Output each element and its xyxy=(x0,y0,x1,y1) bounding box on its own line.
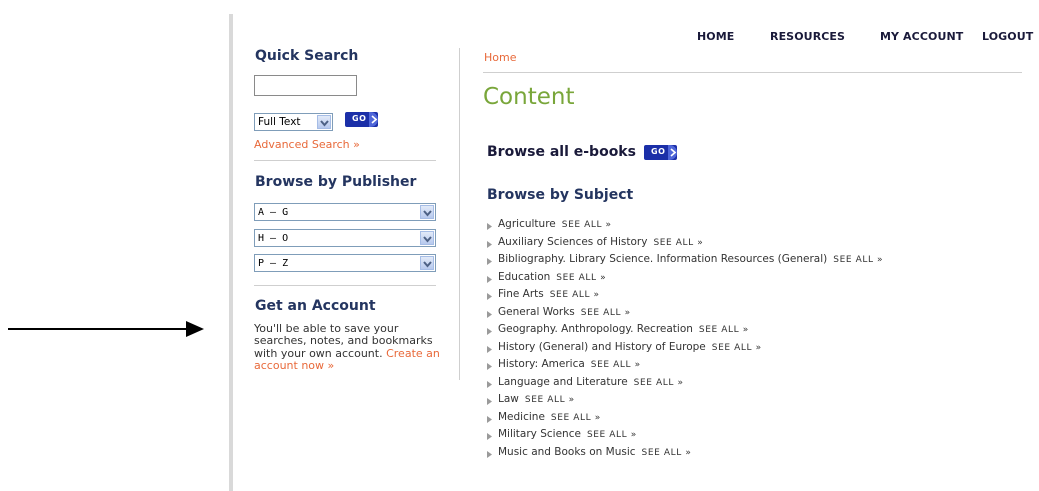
subject-link[interactable]: Agriculture SEE ALL » xyxy=(498,218,612,230)
breadcrumb-home-link[interactable]: Home xyxy=(484,51,516,64)
browse-publisher-heading: Browse by Publisher xyxy=(255,174,417,190)
subject-name[interactable]: Law xyxy=(498,393,519,405)
bullet-triangle-icon xyxy=(487,431,492,443)
go-arrow-icon xyxy=(369,112,378,127)
subject-name[interactable]: Auxiliary Sciences of History xyxy=(498,236,647,248)
see-all-link[interactable]: SEE ALL » xyxy=(712,343,762,353)
bullet-triangle-icon xyxy=(487,256,492,268)
bullet-triangle-icon xyxy=(487,361,492,373)
quick-search-go-button[interactable]: GO xyxy=(345,112,378,127)
go-arrow-icon xyxy=(668,145,677,160)
see-all-link[interactable]: SEE ALL » xyxy=(833,255,883,265)
publisher-select-p-z[interactable]: P – Z xyxy=(254,254,436,272)
quick-search-input[interactable] xyxy=(254,75,357,96)
subject-name[interactable]: General Works xyxy=(498,306,575,318)
subject-link[interactable]: Medicine SEE ALL » xyxy=(498,411,601,423)
subject-link[interactable]: Law SEE ALL » xyxy=(498,393,575,405)
publisher-select-value: A – G xyxy=(258,207,289,218)
see-all-link[interactable]: SEE ALL » xyxy=(587,430,637,440)
nav-home-link[interactable]: HOME xyxy=(697,30,734,43)
subject-link[interactable]: History (General) and History of Europe S… xyxy=(498,341,762,353)
subject-name[interactable]: Music and Books on Music xyxy=(498,446,636,458)
subject-name[interactable]: Language and Literature xyxy=(498,376,628,388)
see-all-link[interactable]: SEE ALL » xyxy=(591,360,641,370)
see-all-link[interactable]: SEE ALL » xyxy=(551,413,601,423)
search-type-value: Full Text xyxy=(258,116,301,128)
see-all-link[interactable]: SEE ALL » xyxy=(581,308,631,318)
subject-name[interactable]: Military Science xyxy=(498,428,581,440)
get-account-description: You'll be able to save your searches, no… xyxy=(254,322,440,372)
chevron-down-icon xyxy=(420,205,434,219)
chevron-down-icon xyxy=(317,115,331,129)
subject-link[interactable]: General Works SEE ALL » xyxy=(498,306,631,318)
chevron-down-icon xyxy=(420,256,434,270)
bullet-triangle-icon xyxy=(487,396,492,408)
annotation-arrow-line xyxy=(8,328,190,330)
search-type-select[interactable]: Full Text xyxy=(254,113,333,131)
page-left-border xyxy=(229,14,233,491)
browse-all-go-button[interactable]: GO xyxy=(644,145,677,160)
see-all-link[interactable]: SEE ALL » xyxy=(525,395,575,405)
bullet-triangle-icon xyxy=(487,414,492,426)
bullet-triangle-icon xyxy=(487,309,492,321)
chevron-down-icon xyxy=(420,231,434,245)
subject-name[interactable]: Fine Arts xyxy=(498,288,544,300)
see-all-link[interactable]: SEE ALL » xyxy=(562,220,612,230)
nav-resources-link[interactable]: RESOURCES xyxy=(770,30,845,43)
sidebar-divider xyxy=(254,285,436,286)
subject-link[interactable]: Geography. Anthropology. Recreation SEE A… xyxy=(498,323,749,335)
nav-my-account-link[interactable]: MY ACCOUNT xyxy=(880,30,963,43)
subject-name[interactable]: Agriculture xyxy=(498,218,556,230)
advanced-search-link[interactable]: Advanced Search » xyxy=(254,138,360,151)
subject-link[interactable]: Education SEE ALL » xyxy=(498,271,606,283)
go-button-label: GO xyxy=(651,147,666,156)
get-account-heading: Get an Account xyxy=(255,298,376,314)
breadcrumb-divider xyxy=(483,72,1022,73)
publisher-select-a-g[interactable]: A – G xyxy=(254,203,436,221)
subject-link[interactable]: Auxiliary Sciences of History SEE ALL » xyxy=(498,236,703,248)
see-all-link[interactable]: SEE ALL » xyxy=(642,448,692,458)
quick-search-heading: Quick Search xyxy=(255,48,359,64)
bullet-triangle-icon xyxy=(487,291,492,303)
bullet-triangle-icon xyxy=(487,379,492,391)
subject-link[interactable]: Fine Arts SEE ALL » xyxy=(498,288,600,300)
browse-all-ebooks-label: Browse all e-books xyxy=(487,144,636,160)
see-all-link[interactable]: SEE ALL » xyxy=(550,290,600,300)
subject-name[interactable]: Geography. Anthropology. Recreation xyxy=(498,323,693,335)
subject-name[interactable]: Bibliography. Library Science. Informati… xyxy=(498,253,827,265)
subject-name[interactable]: Education xyxy=(498,271,550,283)
subject-name[interactable]: History (General) and History of Europe xyxy=(498,341,706,353)
bullet-triangle-icon xyxy=(487,449,492,461)
subject-link[interactable]: Military Science SEE ALL » xyxy=(498,428,637,440)
sidebar-divider xyxy=(254,160,436,161)
bullet-triangle-icon xyxy=(487,344,492,356)
subject-link[interactable]: Music and Books on Music SEE ALL » xyxy=(498,446,691,458)
annotation-arrow-head-icon xyxy=(186,321,204,337)
subject-name[interactable]: History: America xyxy=(498,358,585,370)
bullet-triangle-icon xyxy=(487,326,492,338)
bullet-triangle-icon xyxy=(487,239,492,251)
subject-link[interactable]: Language and Literature SEE ALL » xyxy=(498,376,684,388)
see-all-link[interactable]: SEE ALL » xyxy=(634,378,684,388)
publisher-select-h-o[interactable]: H – O xyxy=(254,229,436,247)
go-button-label: GO xyxy=(352,114,367,123)
page-title: Content xyxy=(483,84,575,110)
see-all-link[interactable]: SEE ALL » xyxy=(699,325,749,335)
see-all-link[interactable]: SEE ALL » xyxy=(556,273,606,283)
column-divider xyxy=(459,48,460,380)
bullet-triangle-icon xyxy=(487,221,492,233)
subject-link[interactable]: Bibliography. Library Science. Informati… xyxy=(498,253,883,265)
subject-link[interactable]: History: America SEE ALL » xyxy=(498,358,641,370)
bullet-triangle-icon xyxy=(487,274,492,286)
browse-subject-heading: Browse by Subject xyxy=(487,187,634,203)
nav-logout-link[interactable]: LOGOUT xyxy=(982,30,1033,43)
see-all-link[interactable]: SEE ALL » xyxy=(653,238,703,248)
publisher-select-value: H – O xyxy=(258,233,289,244)
subject-name[interactable]: Medicine xyxy=(498,411,545,423)
publisher-select-value: P – Z xyxy=(258,258,289,269)
